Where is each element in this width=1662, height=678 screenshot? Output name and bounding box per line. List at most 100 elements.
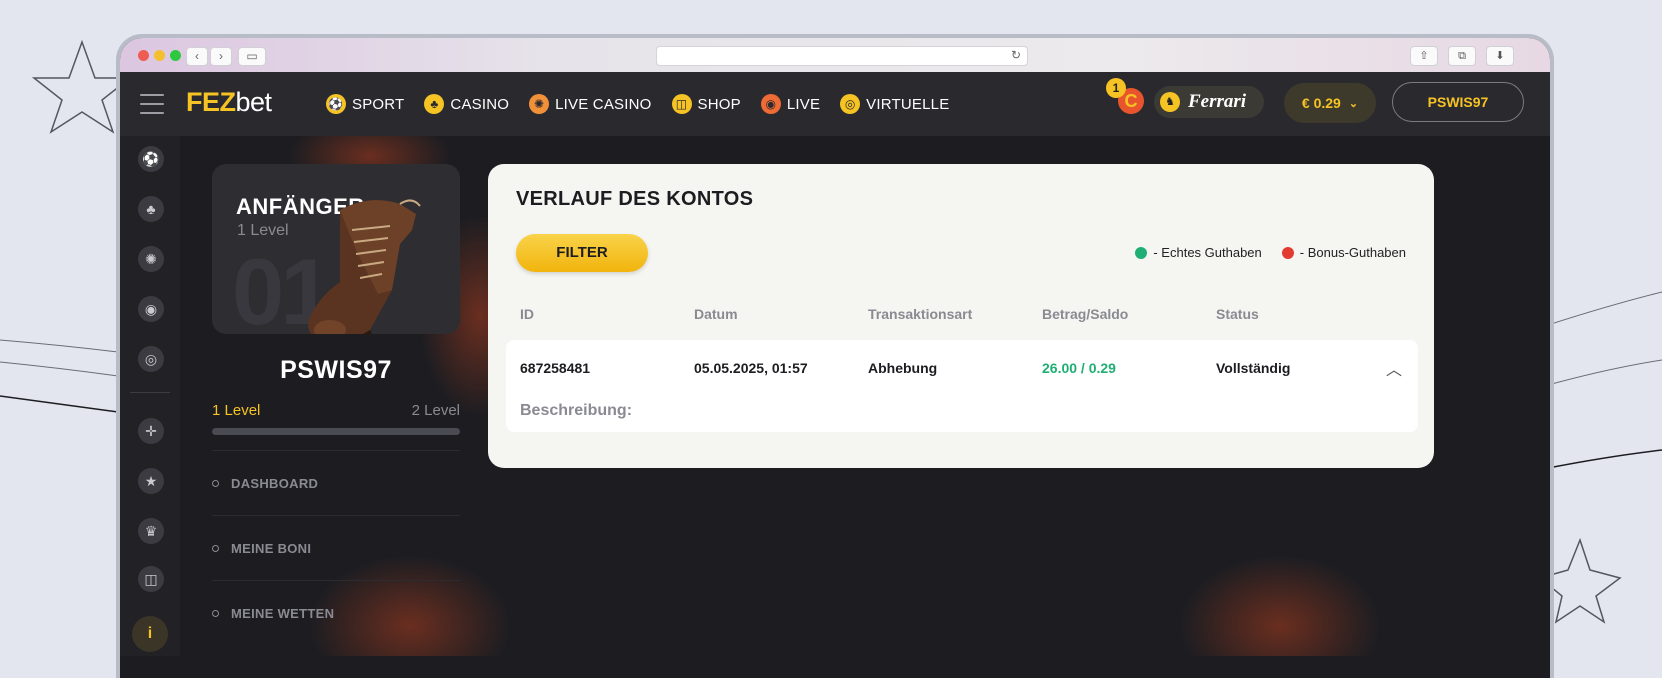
left-rail: ⚽ ♣ ✺ ◉ ◎ ✛ ★ ♛ ◫ i: [120, 136, 180, 656]
menu-item-live[interactable]: ◉ LIVE: [760, 94, 821, 114]
filter-button[interactable]: FILTER: [516, 234, 648, 272]
hamburger-menu-icon[interactable]: [140, 94, 164, 121]
broadcast-icon: ◉: [760, 94, 781, 114]
transaction-status: Vollständig: [1216, 360, 1291, 376]
bullet-icon: [212, 544, 219, 552]
column-header: Transaktionsart: [868, 306, 973, 322]
menu-item-virtuelle[interactable]: ◎ VIRTUELLE: [840, 94, 949, 114]
minimize-window-button[interactable]: [154, 50, 165, 61]
ferrari-promo-button[interactable]: ♞ Ferrari: [1154, 86, 1264, 118]
roulette-icon: ✺: [529, 94, 550, 114]
target-icon[interactable]: ✛: [138, 418, 164, 444]
column-header: Status: [1216, 306, 1259, 322]
profile-link-label: MEINE WETTEN: [231, 605, 335, 621]
user-account-button[interactable]: PSWIS97: [1392, 82, 1524, 122]
broadcast-icon[interactable]: ◉: [138, 296, 164, 322]
profile-link-dashboard[interactable]: DASHBOARD: [212, 450, 460, 515]
profile-link-label: MEINE BONI: [231, 540, 312, 556]
info-button[interactable]: i: [132, 616, 168, 652]
chevron-up-icon[interactable]: ︿: [1386, 356, 1402, 380]
menu-item-label: VIRTUELLE: [866, 95, 950, 113]
bullet-icon: [212, 609, 219, 617]
legend-item-real: - Echtes Guthaben: [1135, 245, 1262, 260]
shopping-bag-icon: ◫: [671, 94, 692, 114]
legend-dot-icon: [1281, 246, 1294, 259]
profile-link-meine-wetten[interactable]: MEINE WETTEN: [212, 580, 460, 645]
rank-card: 01 ANFÄNGER 1 Level: [212, 164, 460, 334]
football-boot-icon: [308, 199, 421, 334]
account-history-panel: VERLAUF DES KONTOS FILTER - Echtes Gutha…: [488, 164, 1434, 468]
profile-link-label: DASHBOARD: [231, 475, 319, 491]
coin-count-badge: 1: [1106, 78, 1126, 98]
shopping-bag-icon[interactable]: ◫: [138, 566, 164, 592]
rank-level: 1 Level: [237, 222, 289, 239]
chevron-down-icon: ⌄: [1348, 97, 1359, 110]
legend-item-bonus: - Bonus-Guthaben: [1281, 245, 1406, 260]
menu-item-shop[interactable]: ◫ SHOP: [671, 94, 741, 114]
main-content: 01 ANFÄNGER 1 Level PSWIS97 1 Level 2 Le…: [180, 136, 1550, 656]
menu-item-label: LIVE: [786, 95, 821, 113]
sidebar-toggle-button[interactable]: ▭: [238, 47, 266, 66]
next-level: 2 Level: [411, 402, 460, 419]
tabs-icon: ⧉: [1458, 50, 1466, 62]
transaction-type: Abhebung: [868, 360, 938, 376]
share-button[interactable]: ⇧: [1410, 46, 1438, 66]
maximize-window-button[interactable]: [170, 50, 181, 61]
chevron-left-icon: ‹: [195, 49, 199, 63]
back-button[interactable]: ‹: [186, 47, 208, 66]
menu-item-sport[interactable]: ⚽ SPORT: [326, 94, 404, 114]
table-row[interactable]: 687258481 05.05.2025, 01:57 Abhebung 26.…: [506, 340, 1418, 432]
browser-window: ‹ › ▭ ↻ ⇧ ⧉ ⬇ FEZbet ⚽ SPORT ♣ CASINO ✺ LIV…: [116, 34, 1554, 678]
forward-button[interactable]: ›: [210, 47, 232, 66]
column-header: Betrag/Saldo: [1042, 306, 1129, 322]
star-icon[interactable]: ★: [138, 468, 164, 494]
profile-username: PSWIS97: [280, 356, 392, 384]
balance-legend: - Echtes Guthaben - Bonus-Guthaben: [1115, 245, 1406, 260]
level-row: 1 Level 2 Level: [212, 402, 460, 419]
share-icon: ⇧: [1419, 50, 1429, 62]
menu-item-casino[interactable]: ♣ CASINO: [424, 94, 509, 114]
menu-item-label: SPORT: [352, 95, 405, 113]
top-navigation: FEZbet ⚽ SPORT ♣ CASINO ✺ LIVE CASINO ◫ SHOP…: [120, 72, 1550, 136]
balance-dropdown[interactable]: € 0.29 ⌄: [1284, 83, 1376, 123]
browser-toolbar: ‹ › ▭ ↻ ⇧ ⧉ ⬇: [120, 38, 1550, 72]
reload-icon[interactable]: ↻: [1011, 48, 1021, 62]
bullet-icon: [212, 479, 219, 487]
transaction-id: 687258481: [520, 360, 591, 376]
description-label: Beschreibung:: [520, 402, 633, 419]
background-glow: [1180, 556, 1380, 656]
ferrari-shield-icon: ♞: [1160, 92, 1180, 112]
ferrari-label: Ferrari: [1188, 91, 1247, 112]
legend-label: - Echtes Guthaben: [1153, 245, 1262, 260]
fezbet-logo[interactable]: FEZbet: [186, 87, 272, 118]
column-header: Datum: [694, 306, 738, 322]
soccer-ball-icon: ⚽: [326, 94, 346, 114]
address-bar[interactable]: ↻: [656, 46, 1028, 66]
menu-item-label: CASINO: [450, 95, 510, 113]
virtual-globe-icon[interactable]: ◎: [138, 346, 164, 372]
legend-dot-icon: [1135, 246, 1148, 259]
menu-item-live-casino[interactable]: ✺ LIVE CASINO: [529, 94, 651, 114]
club-icon[interactable]: ♣: [138, 196, 164, 222]
legend-label: - Bonus-Guthaben: [1299, 245, 1406, 260]
downloads-button[interactable]: ⬇: [1486, 46, 1514, 66]
soccer-ball-icon[interactable]: ⚽: [138, 146, 164, 172]
menu-item-label: SHOP: [697, 95, 741, 113]
balance-value: € 0.29: [1301, 95, 1341, 111]
download-icon: ⬇: [1495, 50, 1505, 62]
chevron-right-icon: ›: [219, 49, 223, 63]
profile-link-meine-boni[interactable]: MEINE BONI: [212, 515, 460, 580]
rail-divider: [130, 392, 170, 393]
current-level: 1 Level: [212, 402, 261, 419]
profile-menu: DASHBOARD MEINE BONI MEINE WETTEN: [212, 450, 460, 645]
transaction-date: 05.05.2025, 01:57: [694, 360, 808, 376]
sidebar-icon: ▭: [246, 49, 258, 63]
trophy-icon[interactable]: ♛: [138, 518, 164, 544]
transaction-amount: 26.00 / 0.29: [1042, 360, 1116, 376]
close-window-button[interactable]: [138, 50, 149, 61]
roulette-icon[interactable]: ✺: [138, 246, 164, 272]
virtual-globe-icon: ◎: [840, 94, 861, 114]
main-menu: ⚽ SPORT ♣ CASINO ✺ LIVE CASINO ◫ SHOP ◉ LIVE …: [326, 72, 969, 136]
tabs-button[interactable]: ⧉: [1448, 46, 1476, 66]
club-icon: ♣: [424, 94, 445, 114]
